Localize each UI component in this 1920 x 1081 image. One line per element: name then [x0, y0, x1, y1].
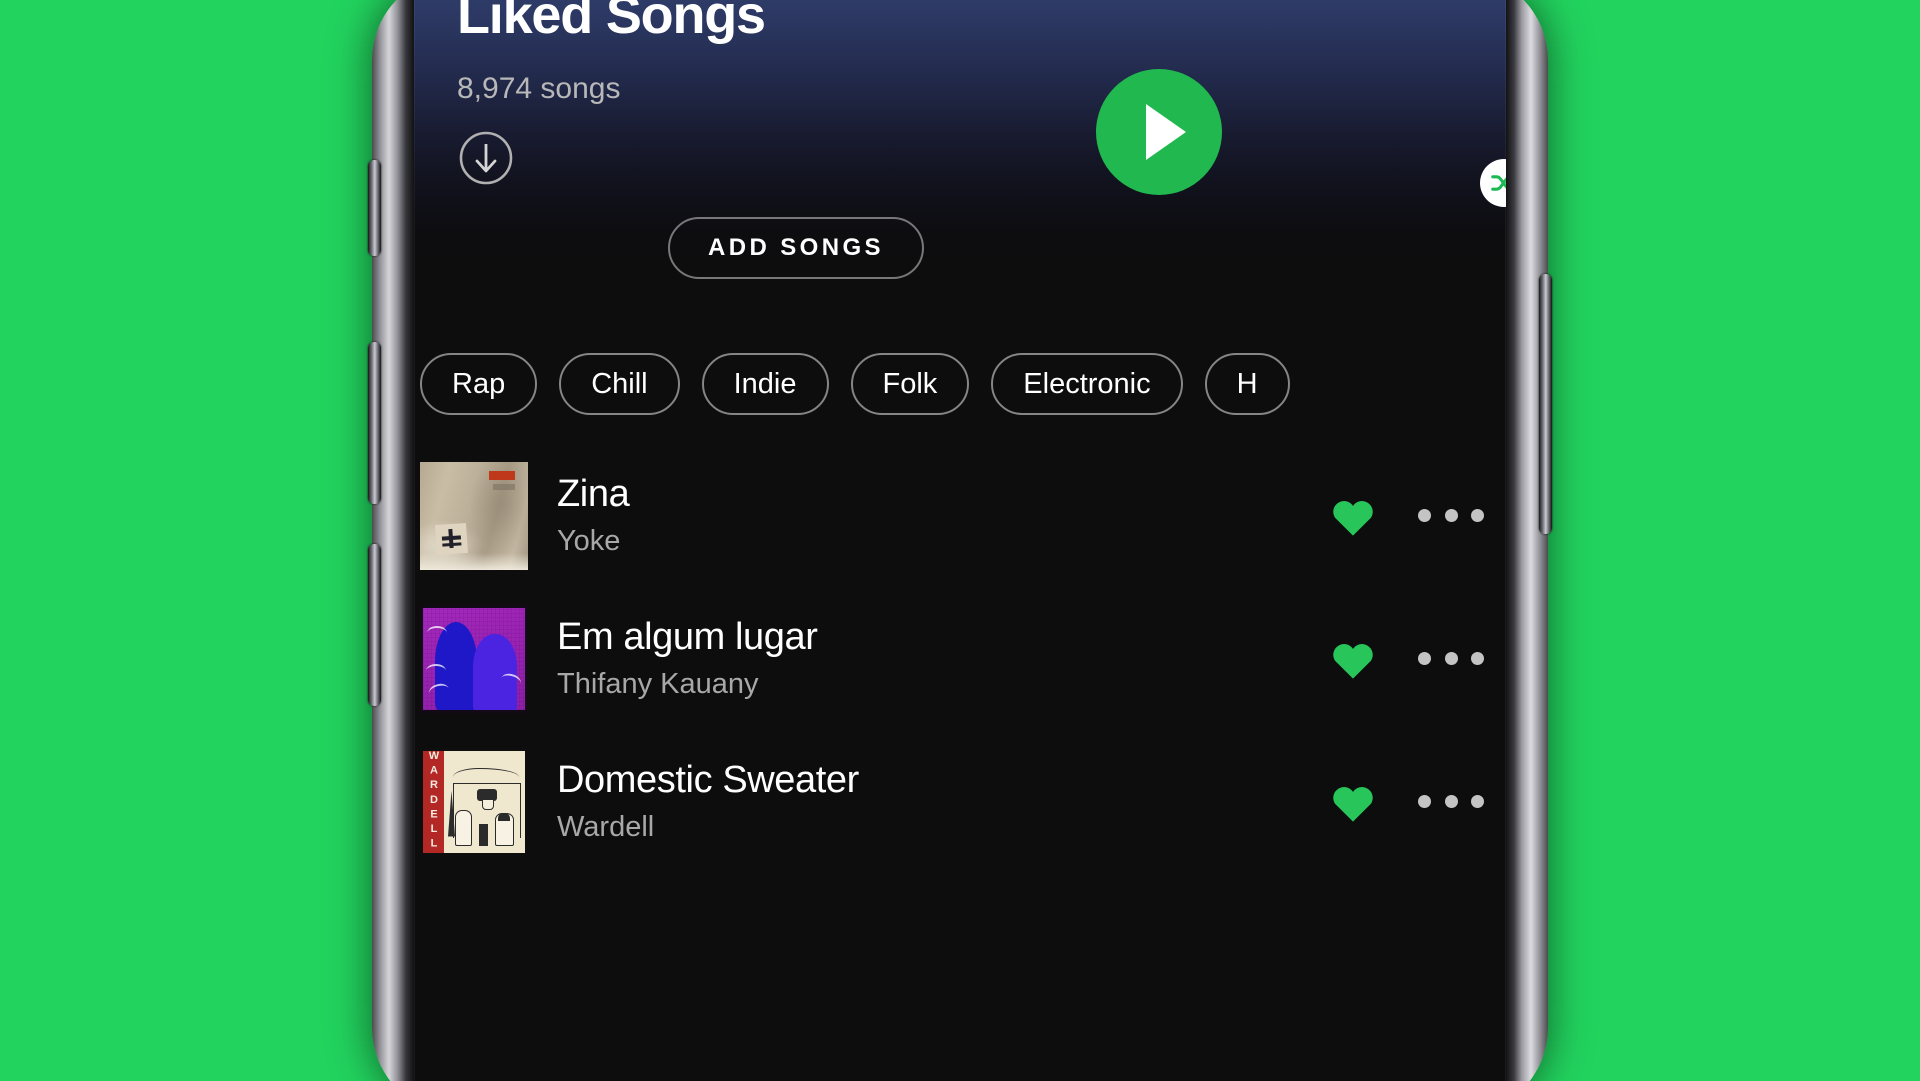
volume-up-button[interactable] [368, 342, 381, 504]
screenshot-stage: Liked Songs 8,974 songs ADD SONGS Rap Ch… [0, 0, 1920, 1081]
dot [1418, 652, 1431, 665]
heart-filled-icon [1333, 786, 1373, 822]
like-button[interactable] [1326, 638, 1380, 680]
spotify-liked-songs-screen: Liked Songs 8,974 songs ADD SONGS Rap Ch… [414, 0, 1506, 1081]
artwork-label-tag [489, 470, 515, 480]
dot [1471, 652, 1484, 665]
artwork-lamp [477, 788, 497, 810]
dot [1444, 509, 1458, 522]
more-options-button[interactable] [1418, 652, 1484, 665]
play-icon [1146, 104, 1186, 160]
artwork-spine: WARDELL [423, 750, 444, 853]
artwork-figure [455, 809, 472, 846]
track-info: Em algum lugar Thifany Kauany [557, 616, 1326, 701]
track-title: Em algum lugar [557, 616, 818, 658]
artwork-accent [427, 625, 447, 640]
heart-filled-icon [1333, 500, 1373, 536]
album-artwork: WARDELL [420, 747, 528, 856]
dot [1418, 795, 1431, 808]
dot [1444, 652, 1458, 665]
dot [1471, 509, 1484, 522]
add-songs-button[interactable]: ADD SONGS [668, 217, 924, 279]
phone-device: Liked Songs 8,974 songs ADD SONGS Rap Ch… [368, 0, 1552, 1081]
genre-filter-row[interactable]: Rap Chill Indie Folk Electronic H [414, 350, 1506, 418]
album-artwork [420, 604, 528, 713]
phone-screen: Liked Songs 8,974 songs ADD SONGS Rap Ch… [414, 0, 1506, 1081]
track-info: Zina Yoke [557, 473, 1326, 558]
dot [1471, 795, 1484, 808]
play-button[interactable] [1096, 69, 1222, 195]
like-button[interactable] [1326, 781, 1380, 823]
artwork-line [453, 767, 519, 777]
shuffle-icon [1491, 175, 1506, 191]
artwork-figure [479, 823, 488, 846]
track-row[interactable]: Zina Yoke [414, 444, 1506, 587]
power-button[interactable] [1539, 274, 1552, 534]
track-artist: Wardell [557, 811, 655, 843]
dot [1444, 795, 1458, 808]
song-count-label: 8,974 songs [457, 72, 621, 105]
track-title: Zina [557, 473, 630, 515]
track-list: Zina Yoke Em algum lugar Thifany Kauany … [414, 444, 1506, 873]
artwork-emblem [434, 522, 469, 555]
artwork-subtitle-tag [493, 483, 515, 490]
genre-chip-electronic[interactable]: Electronic [991, 353, 1183, 415]
track-artist: Yoke [557, 525, 621, 557]
track-artist: Thifany Kauany [557, 668, 759, 700]
artwork-accent [426, 663, 446, 678]
volume-down-button[interactable] [368, 544, 381, 706]
dot [1418, 509, 1431, 522]
track-info: Domestic Sweater Wardell [557, 759, 1326, 844]
genre-chip-clipped[interactable]: H [1204, 353, 1290, 415]
heart-filled-icon [1333, 643, 1373, 679]
silent-switch[interactable] [368, 160, 381, 256]
track-title: Domestic Sweater [557, 759, 859, 801]
like-button[interactable] [1326, 495, 1380, 537]
more-options-button[interactable] [1418, 509, 1484, 522]
genre-chip-chill[interactable]: Chill [559, 353, 680, 415]
more-options-button[interactable] [1418, 795, 1484, 808]
genre-chip-rap[interactable]: Rap [420, 353, 538, 415]
page-title: Liked Songs [457, 0, 766, 45]
track-row[interactable]: WARDELL Domestic Sweater Wardell [414, 730, 1506, 873]
genre-chip-folk[interactable]: Folk [850, 353, 970, 415]
track-row[interactable]: Em algum lugar Thifany Kauany [414, 587, 1506, 730]
download-icon[interactable] [458, 130, 514, 186]
artwork-spine-text: WARDELL [428, 750, 440, 853]
genre-chip-indie[interactable]: Indie [701, 353, 829, 415]
artwork-figure [495, 812, 514, 846]
album-artwork [420, 461, 528, 570]
